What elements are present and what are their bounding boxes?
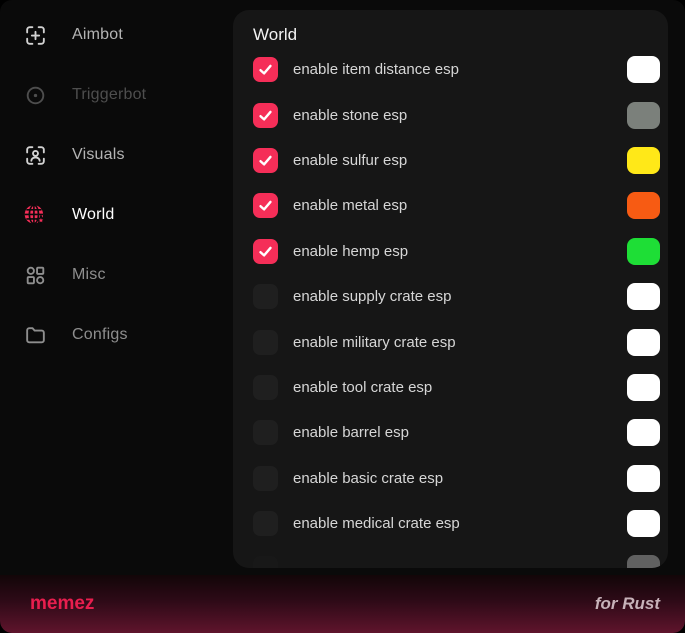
check-icon bbox=[257, 243, 274, 260]
checkbox[interactable] bbox=[253, 193, 278, 218]
checkbox[interactable] bbox=[253, 330, 278, 355]
target-dot-icon bbox=[22, 82, 48, 108]
settings-row: enable supply crate esp bbox=[233, 274, 668, 319]
settings-row: enable item distance esp bbox=[233, 47, 668, 92]
settings-row: enable medical crate esp bbox=[233, 501, 668, 546]
row-label: enable barrel esp bbox=[293, 424, 409, 441]
sidebar: Aimbot Triggerbot bbox=[0, 5, 233, 365]
checkbox[interactable] bbox=[253, 511, 278, 536]
sidebar-item-label: Visuals bbox=[72, 146, 125, 164]
settings-row: enable stone esp bbox=[233, 92, 668, 137]
sidebar-item-aimbot[interactable]: Aimbot bbox=[0, 5, 233, 65]
color-swatch[interactable] bbox=[627, 102, 660, 129]
checkbox[interactable] bbox=[253, 466, 278, 491]
color-swatch[interactable] bbox=[627, 329, 660, 356]
color-swatch[interactable] bbox=[627, 283, 660, 310]
settings-row: enable barrel esp bbox=[233, 410, 668, 455]
settings-row-partial bbox=[233, 546, 668, 568]
check-icon bbox=[257, 152, 274, 169]
sidebar-item-label: Configs bbox=[72, 326, 128, 344]
person-scan-icon bbox=[22, 142, 48, 168]
row-label: enable stone esp bbox=[293, 107, 407, 124]
sidebar-item-triggerbot[interactable]: Triggerbot bbox=[0, 65, 233, 125]
world-settings-panel: World enable item distance esp enable st… bbox=[233, 10, 668, 568]
row-label: enable tool crate esp bbox=[293, 379, 432, 396]
color-swatch[interactable] bbox=[627, 465, 660, 492]
brand-name: memez bbox=[30, 593, 94, 615]
sidebar-item-label: Aimbot bbox=[72, 26, 123, 44]
checkbox[interactable] bbox=[253, 103, 278, 128]
color-swatch[interactable] bbox=[627, 374, 660, 401]
row-label: enable medical crate esp bbox=[293, 515, 460, 532]
row-label: enable sulfur esp bbox=[293, 152, 407, 169]
color-swatch[interactable] bbox=[627, 192, 660, 219]
sidebar-item-misc[interactable]: Misc bbox=[0, 245, 233, 305]
shapes-grid-icon bbox=[22, 262, 48, 288]
row-label: enable basic crate esp bbox=[293, 470, 443, 487]
settings-row: enable basic crate esp bbox=[233, 456, 668, 501]
color-swatch[interactable] bbox=[627, 419, 660, 446]
color-swatch[interactable] bbox=[627, 238, 660, 265]
checkbox[interactable] bbox=[253, 148, 278, 173]
row-label: enable item distance esp bbox=[293, 61, 459, 78]
color-swatch[interactable] bbox=[627, 555, 660, 568]
settings-list: enable item distance esp enable stone es… bbox=[233, 47, 668, 546]
checkbox[interactable] bbox=[253, 239, 278, 264]
settings-row: enable military crate esp bbox=[233, 319, 668, 364]
crosshair-icon bbox=[22, 22, 48, 48]
checkbox[interactable] bbox=[253, 420, 278, 445]
sidebar-item-label: Triggerbot bbox=[72, 86, 146, 104]
brand-tagline: for Rust bbox=[595, 594, 660, 614]
check-icon bbox=[257, 61, 274, 78]
settings-row: enable tool crate esp bbox=[233, 365, 668, 410]
color-swatch[interactable] bbox=[627, 510, 660, 537]
row-label: enable supply crate esp bbox=[293, 288, 451, 305]
sidebar-item-label: World bbox=[72, 206, 115, 224]
row-label: enable hemp esp bbox=[293, 243, 408, 260]
globe-star-icon bbox=[22, 202, 48, 228]
checkbox[interactable] bbox=[253, 57, 278, 82]
row-label: enable metal esp bbox=[293, 197, 407, 214]
checkbox[interactable] bbox=[253, 556, 278, 568]
sidebar-item-label: Misc bbox=[72, 266, 106, 284]
settings-row: enable hemp esp bbox=[233, 229, 668, 274]
panel-title: World bbox=[253, 22, 668, 47]
row-label: enable military crate esp bbox=[293, 334, 456, 351]
settings-row: enable sulfur esp bbox=[233, 138, 668, 183]
footer-bar: memez for Rust bbox=[0, 575, 685, 633]
sidebar-item-configs[interactable]: Configs bbox=[0, 305, 233, 365]
check-icon bbox=[257, 197, 274, 214]
check-icon bbox=[257, 107, 274, 124]
folder-icon bbox=[22, 322, 48, 348]
color-swatch[interactable] bbox=[627, 56, 660, 83]
checkbox[interactable] bbox=[253, 284, 278, 309]
cheat-menu-window: Aimbot Triggerbot bbox=[0, 0, 685, 633]
sidebar-item-visuals[interactable]: Visuals bbox=[0, 125, 233, 185]
checkbox[interactable] bbox=[253, 375, 278, 400]
settings-row: enable metal esp bbox=[233, 183, 668, 228]
color-swatch[interactable] bbox=[627, 147, 660, 174]
sidebar-item-world[interactable]: World bbox=[0, 185, 233, 245]
